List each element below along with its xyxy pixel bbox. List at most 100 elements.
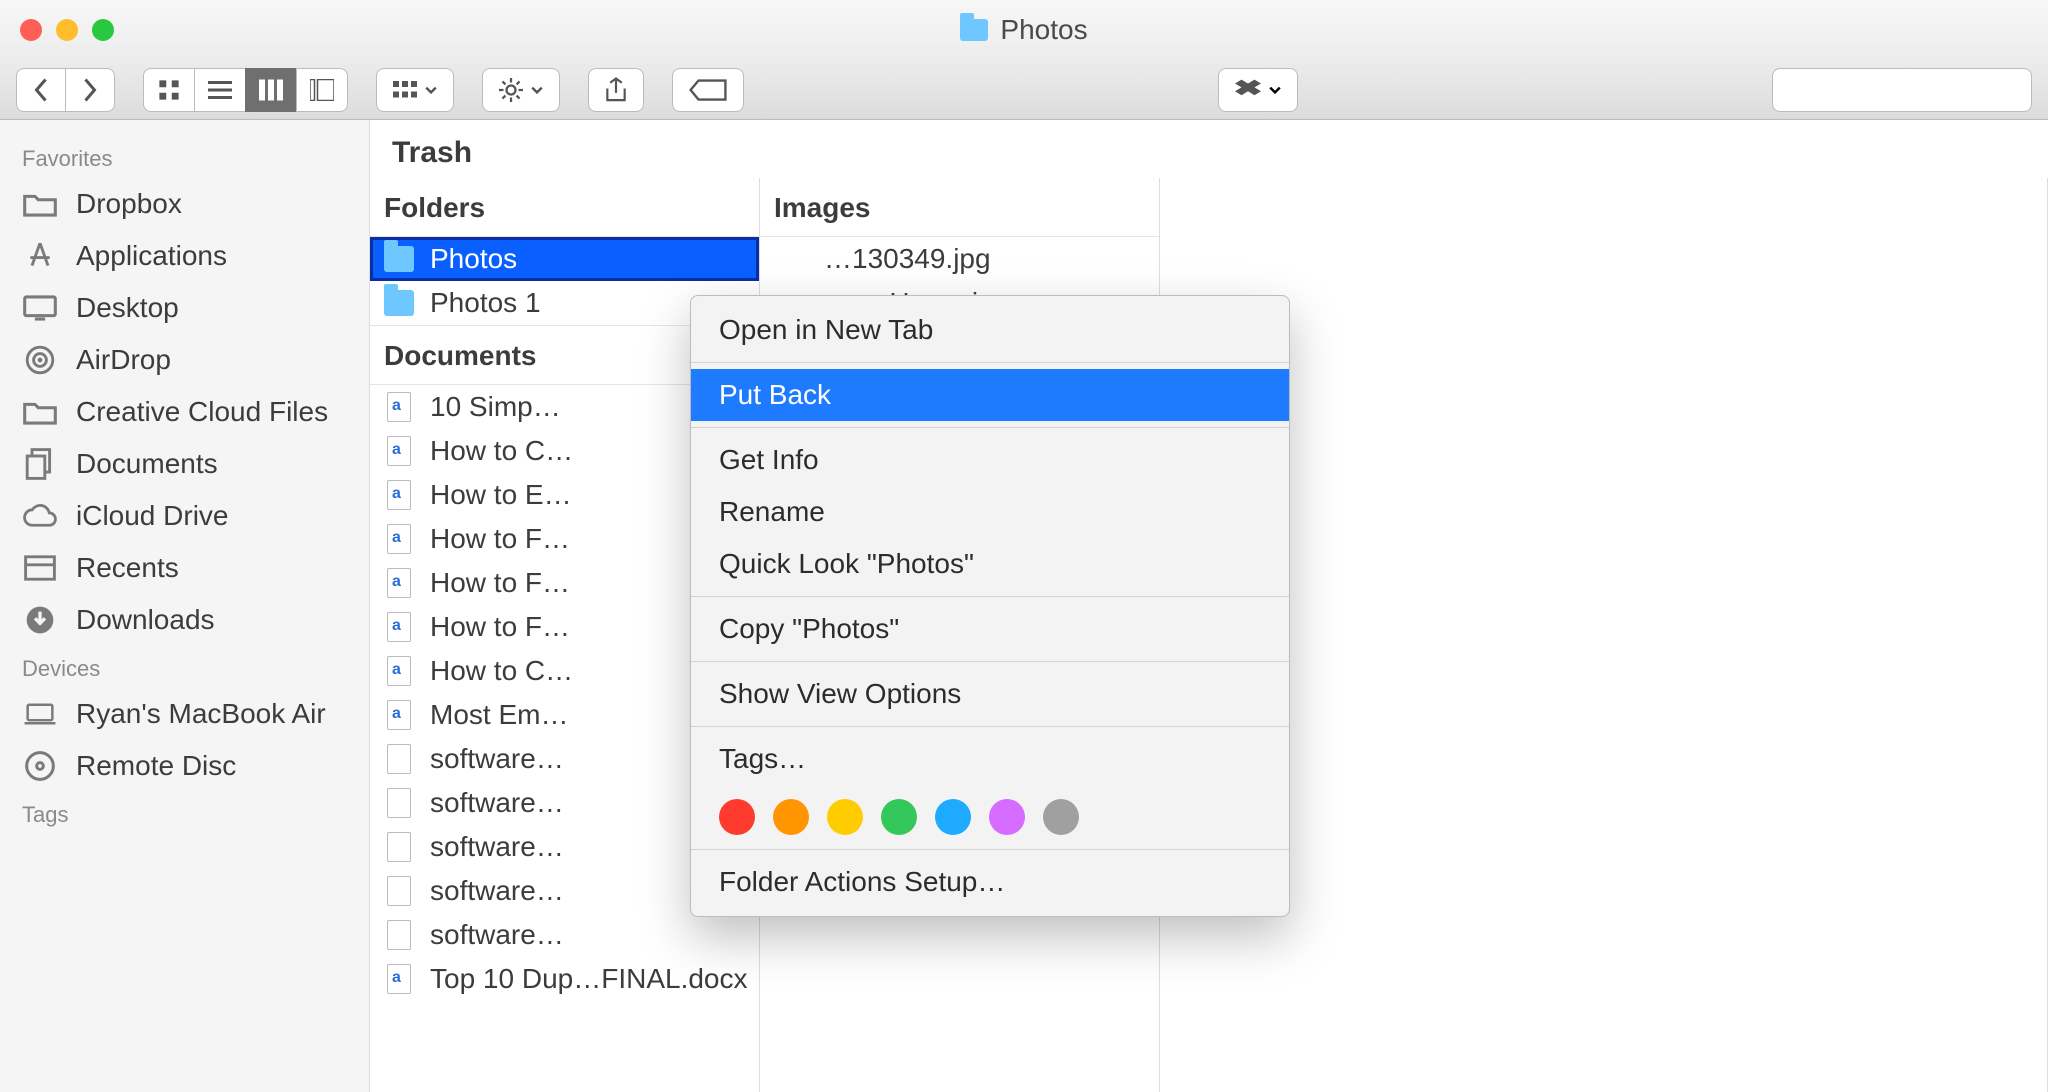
document-icon xyxy=(387,964,411,994)
document-icon xyxy=(387,480,411,510)
recents-icon xyxy=(22,552,58,584)
document-icon xyxy=(387,436,411,466)
sidebar-item-label: Creative Cloud Files xyxy=(76,396,328,428)
tag-color-row xyxy=(691,785,1289,843)
tag-icon xyxy=(689,78,727,102)
minimize-button[interactable] xyxy=(56,19,78,41)
file-label: How to C… xyxy=(430,435,573,467)
document-icon xyxy=(387,788,411,818)
sidebar-item-label: Remote Disc xyxy=(76,750,236,782)
sidebar-item[interactable]: Creative Cloud Files xyxy=(0,386,369,438)
file-row[interactable]: Photos xyxy=(370,237,759,281)
menu-item[interactable]: Show View Options xyxy=(691,668,1289,720)
tag-dot-pur[interactable] xyxy=(989,799,1025,835)
tags-button[interactable] xyxy=(672,68,744,112)
cloud-icon xyxy=(22,500,58,532)
sidebar-item-label: Desktop xyxy=(76,292,179,324)
chevron-down-icon xyxy=(1269,86,1281,94)
file-row[interactable]: …130349.jpg xyxy=(760,237,1159,281)
zoom-button[interactable] xyxy=(92,19,114,41)
file-row[interactable]: software… xyxy=(370,913,759,957)
tag-dot-grn[interactable] xyxy=(881,799,917,835)
sidebar-item[interactable]: Documents xyxy=(0,438,369,490)
folder-icon xyxy=(960,19,988,41)
document-icon xyxy=(387,700,411,730)
dropbox-button[interactable] xyxy=(1218,68,1298,112)
file-row[interactable]: Top 10 Dup…FINAL.docx xyxy=(370,957,759,1001)
sidebar-item-label: Downloads xyxy=(76,604,215,636)
column-group-header: Images xyxy=(760,178,1159,237)
tag-dot-blu[interactable] xyxy=(935,799,971,835)
tag-dot-yel[interactable] xyxy=(827,799,863,835)
menu-item[interactable]: Tags… xyxy=(691,733,1289,785)
file-label: Most Em… xyxy=(430,699,568,731)
folder-icon xyxy=(384,246,414,272)
file-label: How to F… xyxy=(430,611,570,643)
sidebar-item[interactable]: Ryan's MacBook Air xyxy=(0,688,369,740)
arrange-button[interactable] xyxy=(376,68,454,112)
menu-item[interactable]: Folder Actions Setup… xyxy=(691,856,1289,908)
nav-buttons xyxy=(16,68,115,112)
file-label: Photos 1 xyxy=(430,287,541,319)
tag-dot-gry[interactable] xyxy=(1043,799,1079,835)
menu-item[interactable]: Put Back xyxy=(691,369,1289,421)
file-label: software… xyxy=(430,743,564,775)
context-menu[interactable]: Open in New Tab Put Back Get InfoRenameQui… xyxy=(690,295,1290,917)
document-icon xyxy=(387,612,411,642)
menu-item[interactable]: Quick Look "Photos" xyxy=(691,538,1289,590)
document-icon xyxy=(387,876,411,906)
file-label: How to F… xyxy=(430,567,570,599)
file-label: 10 Simp… xyxy=(430,391,561,423)
search-input[interactable] xyxy=(1772,68,2032,112)
file-label: software… xyxy=(430,787,564,819)
menu-item[interactable]: Open in New Tab xyxy=(691,304,1289,356)
document-icon xyxy=(387,656,411,686)
view-buttons xyxy=(143,68,348,112)
file-label: How to E… xyxy=(430,479,572,511)
chevron-down-icon xyxy=(531,86,543,94)
menu-item[interactable]: Rename xyxy=(691,486,1289,538)
action-button[interactable] xyxy=(482,68,560,112)
forward-button[interactable] xyxy=(65,68,115,112)
sidebar-item[interactable]: Dropbox xyxy=(0,178,369,230)
folder-icon xyxy=(22,188,58,220)
sidebar-item-label: Ryan's MacBook Air xyxy=(76,698,326,730)
share-button[interactable] xyxy=(588,68,644,112)
airdrop-icon xyxy=(22,344,58,376)
sidebar-item[interactable]: Remote Disc xyxy=(0,740,369,792)
sidebar-item[interactable]: Desktop xyxy=(0,282,369,334)
menu-item[interactable]: Copy "Photos" xyxy=(691,603,1289,655)
view-gallery-button[interactable] xyxy=(296,68,348,112)
sidebar-item[interactable]: Recents xyxy=(0,542,369,594)
sidebar-section-header: Devices xyxy=(0,646,369,688)
tag-dot-org[interactable] xyxy=(773,799,809,835)
sidebar-item[interactable]: Applications xyxy=(0,230,369,282)
column-3 xyxy=(1160,178,2048,1092)
view-icons-button[interactable] xyxy=(143,68,195,112)
sidebar-item-label: Applications xyxy=(76,240,227,272)
document-icon xyxy=(387,832,411,862)
document-icon xyxy=(387,524,411,554)
view-list-button[interactable] xyxy=(194,68,246,112)
chevron-down-icon xyxy=(425,86,437,94)
menu-item[interactable]: Get Info xyxy=(691,434,1289,486)
sidebar-item[interactable]: AirDrop xyxy=(0,334,369,386)
window-title-text: Photos xyxy=(1000,14,1087,46)
file-label: Top 10 Dup…FINAL.docx xyxy=(430,963,748,995)
path-header: Trash xyxy=(370,120,2048,178)
sidebar-item[interactable]: iCloud Drive xyxy=(0,490,369,542)
view-columns-button[interactable] xyxy=(245,68,297,112)
back-button[interactable] xyxy=(16,68,66,112)
laptop-icon xyxy=(22,698,58,730)
download-icon xyxy=(22,604,58,636)
sidebar-item[interactable]: Downloads xyxy=(0,594,369,646)
sidebar-item-label: AirDrop xyxy=(76,344,171,376)
column-group-header: Folders xyxy=(370,178,759,237)
sidebar: FavoritesDropboxApplicationsDesktopAirDr… xyxy=(0,120,370,1092)
close-button[interactable] xyxy=(20,19,42,41)
docs-icon xyxy=(22,448,58,480)
document-icon xyxy=(387,568,411,598)
file-label: How to F… xyxy=(430,523,570,555)
document-icon xyxy=(387,744,411,774)
tag-dot-red[interactable] xyxy=(719,799,755,835)
